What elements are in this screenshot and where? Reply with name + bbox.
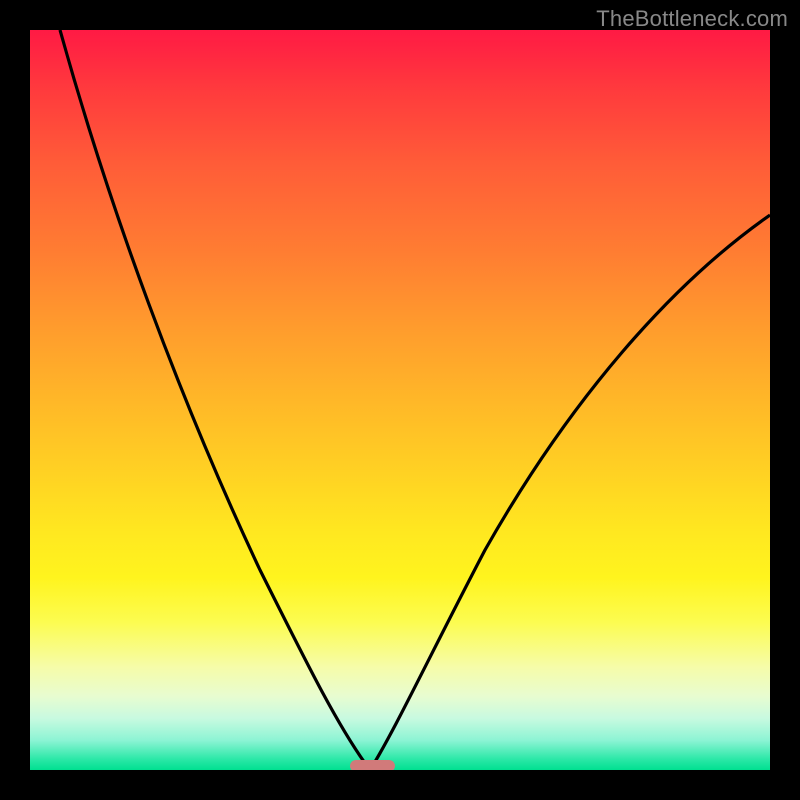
right-curve bbox=[370, 215, 770, 770]
chart-container: TheBottleneck.com bbox=[0, 0, 800, 800]
watermark-text: TheBottleneck.com bbox=[596, 6, 788, 32]
curve-layer bbox=[30, 30, 770, 770]
plot-area bbox=[30, 30, 770, 770]
left-curve bbox=[60, 30, 370, 770]
optimal-marker bbox=[350, 760, 395, 770]
